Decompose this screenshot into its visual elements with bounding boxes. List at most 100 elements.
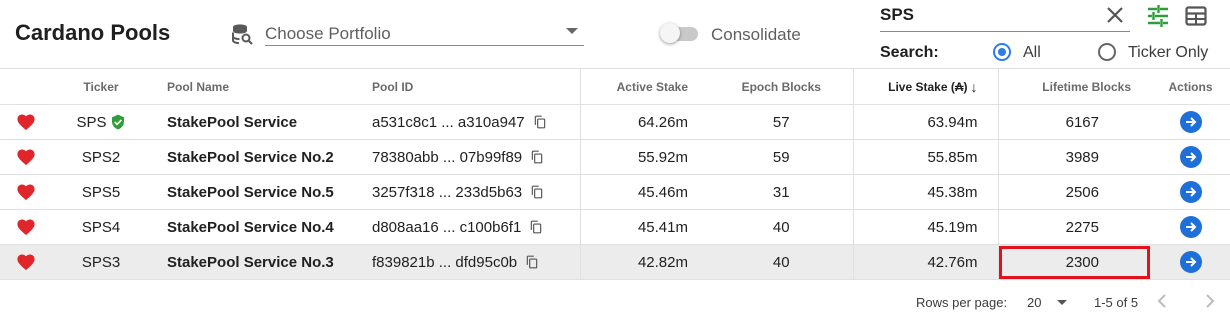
pool-name-cell[interactable]: StakePool Service No.4 (150, 209, 355, 245)
active-stake-cell: 55.92m (580, 139, 710, 175)
live-stake-cell: 45.19m (853, 209, 999, 245)
live-stake-cell: 42.76m (853, 244, 999, 280)
active-stake-cell: 45.41m (580, 209, 710, 245)
table-row[interactable]: SPS StakePool Service a531c8c1 ... a310a94… (0, 104, 1230, 140)
chevron-down-icon[interactable] (566, 28, 578, 34)
epoch-blocks-header[interactable]: Epoch Blocks (710, 68, 854, 105)
epoch-blocks-cell: 40 (710, 244, 854, 280)
rows-per-page-select[interactable]: 20 (1027, 295, 1041, 310)
favorite-header (0, 68, 52, 105)
copy-icon[interactable] (530, 150, 544, 164)
pools-table: Ticker Pool Name Pool ID Active Stake Ep… (0, 68, 1230, 280)
live-stake-header[interactable]: Live Stake (₳) ↓ (853, 68, 999, 105)
ticker-cell: SPS5 (52, 174, 150, 210)
ticker-text: SPS4 (81, 218, 121, 236)
chevron-left-icon[interactable] (1152, 291, 1172, 311)
tune-icon[interactable] (1146, 4, 1170, 28)
ticker-text: SPS2 (81, 148, 121, 166)
pool-id-cell: f839821b ... dfd95c0b (355, 244, 581, 280)
search-value[interactable]: SPS (880, 5, 914, 25)
ticker-cell: SPS (52, 104, 150, 140)
arrow-right-icon[interactable] (1179, 216, 1202, 238)
radio-all-label[interactable]: All (1023, 44, 1041, 62)
ticker-cell: SPS2 (52, 139, 150, 175)
actions-cell (1151, 174, 1230, 210)
epoch-blocks-cell: 40 (710, 209, 854, 245)
radio-all[interactable] (993, 43, 1011, 61)
radio-ticker-only[interactable] (1098, 43, 1116, 61)
favorite-cell (0, 209, 52, 245)
table-grid-icon[interactable] (1184, 4, 1208, 28)
database-search-icon (230, 22, 254, 46)
actions-header: Actions (1151, 68, 1230, 105)
copy-icon[interactable] (530, 185, 544, 199)
pool-name-cell[interactable]: StakePool Service No.2 (150, 139, 355, 175)
table-row[interactable]: SPS4 StakePool Service No.4 d808aa16 ... c… (0, 209, 1230, 245)
favorite-cell (0, 244, 52, 280)
active-stake-header[interactable]: Active Stake (580, 68, 710, 105)
pool-id-text: d808aa16 ... c100b6f1 (372, 218, 522, 236)
pool-id-text: 78380abb ... 07b99f89 (372, 148, 523, 166)
close-icon[interactable] (1104, 4, 1126, 26)
pool-id-cell: a531c8c1 ... a310a947 (355, 104, 581, 140)
active-stake-cell: 64.26m (580, 104, 710, 140)
actions-cell (1151, 209, 1230, 245)
search-input[interactable]: SPS (880, 0, 1130, 32)
table-row[interactable]: SPS2 StakePool Service No.2 78380abb ... 0… (0, 139, 1230, 175)
pool-name-cell[interactable]: StakePool Service (150, 104, 355, 140)
copy-icon[interactable] (529, 220, 543, 234)
pool-id-header[interactable]: Pool ID (355, 68, 581, 105)
arrow-right-icon[interactable] (1179, 146, 1202, 168)
rows-per-page-label: Rows per page: (916, 295, 1008, 310)
arrow-right-icon[interactable] (1179, 181, 1202, 203)
page-range: 1-5 of 5 (1094, 295, 1139, 310)
live-stake-cell: 45.38m (853, 174, 999, 210)
chevron-down-icon[interactable] (1057, 300, 1067, 305)
live-stake-header-label[interactable]: Live Stake (₳) (888, 80, 967, 94)
epoch-blocks-cell: 31 (710, 174, 854, 210)
heart-icon[interactable] (16, 183, 36, 201)
active-stake-cell: 42.82m (580, 244, 710, 280)
heart-icon[interactable] (16, 218, 36, 236)
portfolio-select[interactable]: Choose Portfolio (265, 20, 584, 46)
page-title: Cardano Pools (15, 20, 171, 45)
verified-icon (110, 114, 126, 130)
lifetime-blocks-cell: 6167 (998, 104, 1151, 140)
lifetime-blocks-cell: 2300 (998, 244, 1151, 280)
heart-icon[interactable] (16, 113, 36, 131)
actions-cell (1151, 139, 1230, 175)
portfolio-selector[interactable]: Choose Portfolio (230, 20, 584, 46)
lifetime-blocks-header[interactable]: Lifetime Blocks (998, 68, 1151, 105)
radio-ticker-only-label[interactable]: Ticker Only (1128, 44, 1208, 62)
chevron-right-icon[interactable] (1200, 291, 1220, 311)
copy-icon[interactable] (533, 115, 547, 129)
arrow-down-icon[interactable]: ↓ (971, 79, 978, 95)
table-row[interactable]: SPS5 StakePool Service No.5 3257f318 ... 2… (0, 174, 1230, 210)
live-stake-cell: 63.94m (853, 104, 999, 140)
pagination: Rows per page: 20 1-5 of 5 (0, 287, 1230, 317)
arrow-right-icon[interactable] (1179, 251, 1202, 273)
ticker-text: SPS (76, 113, 107, 131)
pool-id-cell: d808aa16 ... c100b6f1 (355, 209, 581, 245)
arrow-right-icon[interactable] (1179, 111, 1202, 133)
copy-icon[interactable] (525, 255, 539, 269)
switch-thumb[interactable] (660, 23, 680, 43)
pool-name-cell[interactable]: StakePool Service No.5 (150, 174, 355, 210)
actions-cell (1151, 104, 1230, 140)
pool-id-text: 3257f318 ... 233d5b63 (372, 183, 523, 201)
ticker-cell: SPS3 (52, 244, 150, 280)
ticker-header[interactable]: Ticker (52, 68, 150, 105)
heart-icon[interactable] (16, 253, 36, 271)
pool-name-cell[interactable]: StakePool Service No.3 (150, 244, 355, 280)
pool-name-header[interactable]: Pool Name (150, 68, 355, 105)
ticker-text: SPS3 (81, 253, 121, 271)
active-stake-cell: 45.46m (580, 174, 710, 210)
portfolio-placeholder: Choose Portfolio (265, 24, 391, 43)
epoch-blocks-cell: 59 (710, 139, 854, 175)
search-mode-label: Search: (880, 44, 939, 61)
pool-id-cell: 3257f318 ... 233d5b63 (355, 174, 581, 210)
heart-icon[interactable] (16, 148, 36, 166)
favorite-cell (0, 104, 52, 140)
table-row[interactable]: SPS3 StakePool Service No.3 f839821b ... d… (0, 244, 1230, 280)
ticker-cell: SPS4 (52, 209, 150, 245)
